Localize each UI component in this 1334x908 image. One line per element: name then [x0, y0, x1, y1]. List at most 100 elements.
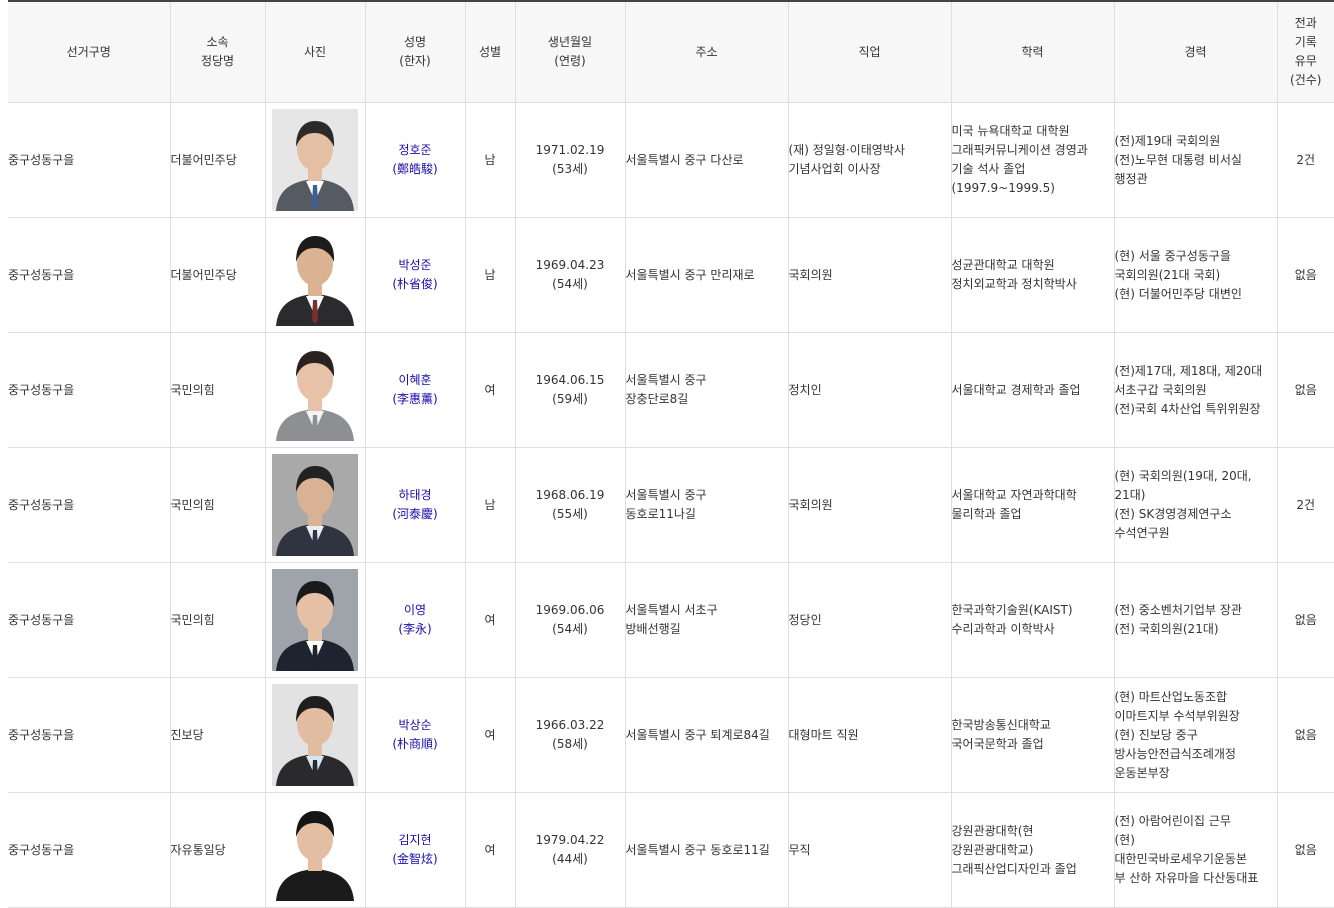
- birth-date: 1968.06.19: [535, 488, 605, 502]
- candidate-hanja: (李永): [398, 622, 432, 636]
- district-cell: 중구성동구을: [8, 792, 171, 908]
- education-cell: 미국 뉴욕대학교 대학원 그래픽커뮤니케이션 경영과 기술 석사 졸업 (199…: [951, 102, 1115, 218]
- career-cell: (현) 국회의원(19대, 20대, 21대) (전) SK경영경제연구소 수석…: [1114, 447, 1278, 563]
- name-cell: 이영 (李永): [365, 562, 466, 678]
- name-cell: 박상순 (朴商順): [365, 677, 466, 793]
- candidate-name-link[interactable]: 박상순 (朴商順): [392, 716, 437, 754]
- birth-cell: 1969.06.06 (54세): [515, 562, 626, 678]
- table-body: 중구성동구을 더불어민주당 정호준 (鄭皓駿) 남 1971.02.19 (53세)…: [8, 102, 1334, 908]
- address-cell: 서울특별시 중구 동호로11길: [625, 792, 789, 908]
- party-cell: 더불어민주당: [170, 102, 266, 218]
- education-cell: 서울대학교 경제학과 졸업: [951, 332, 1115, 448]
- party-cell: 진보당: [170, 677, 266, 793]
- birth-cell: 1964.06.15 (59세): [515, 332, 626, 448]
- header-name: 성명 (한자): [365, 2, 466, 103]
- record-cell: 2건: [1277, 447, 1334, 563]
- candidate-photo: [272, 339, 358, 441]
- candidate-hanja: (鄭皓駿): [392, 162, 438, 176]
- age: (54세): [552, 277, 588, 291]
- birth-date: 1966.03.22: [535, 718, 605, 732]
- birth-date: 1969.06.06: [535, 603, 605, 617]
- age: (54세): [552, 622, 588, 636]
- address-cell: 서울특별시 중구 동호로11나길: [625, 447, 789, 563]
- birth-date: 1964.06.15: [535, 373, 605, 387]
- address-cell: 서울특별시 중구 장충단로8길: [625, 332, 789, 448]
- header-birth: 생년월일 (연령): [515, 2, 626, 103]
- job-cell: 국회의원: [788, 447, 952, 563]
- candidate-photo: [272, 799, 358, 901]
- table-row: 중구성동구을 국민의힘 이혜훈 (李惠薰) 여 1964.06.15 (59세) 서…: [8, 332, 1334, 448]
- education-cell: 서울대학교 자연과학대학 물리학과 졸업: [951, 447, 1115, 563]
- table-row: 중구성동구을 자유통일당 김지현 (金智炫) 여 1979.04.22 (44세) …: [8, 792, 1334, 908]
- header-education: 학력: [951, 2, 1115, 103]
- table-row: 중구성동구을 국민의힘 이영 (李永) 여 1969.06.06 (54세) 서울특…: [8, 562, 1334, 678]
- record-cell: 없음: [1277, 792, 1334, 908]
- district-cell: 중구성동구을: [8, 102, 171, 218]
- photo-cell: [265, 677, 366, 793]
- candidate-name: 박성준: [398, 258, 432, 272]
- name-cell: 박성준 (朴省俊): [365, 217, 466, 333]
- header-gender: 성별: [465, 2, 516, 103]
- district-cell: 중구성동구을: [8, 677, 171, 793]
- header-job: 직업: [788, 2, 952, 103]
- gender-cell: 남: [465, 102, 516, 218]
- candidate-photo: [272, 454, 358, 556]
- record-cell: 없음: [1277, 332, 1334, 448]
- job-cell: 정치인: [788, 332, 952, 448]
- candidate-name-link[interactable]: 김지현 (金智炫): [392, 831, 437, 869]
- photo-cell: [265, 562, 366, 678]
- age: (55세): [552, 507, 588, 521]
- address-cell: 서울특별시 중구 퇴계로84길: [625, 677, 789, 793]
- birth-cell: 1966.03.22 (58세): [515, 677, 626, 793]
- candidate-name-link[interactable]: 이영 (李永): [398, 601, 431, 639]
- candidate-photo: [272, 224, 358, 326]
- district-cell: 중구성동구을: [8, 332, 171, 448]
- candidate-name: 이영: [403, 603, 427, 617]
- education-cell: 강원관광대학(현 강원관광대학교) 그래픽산업디자인과 졸업: [951, 792, 1115, 908]
- birth-cell: 1979.04.22 (44세): [515, 792, 626, 908]
- party-cell: 국민의힘: [170, 332, 266, 448]
- education-cell: 한국과학기술원(KAIST) 수리과학과 이학박사: [951, 562, 1115, 678]
- education-cell: 성균관대학교 대학원 정치외교학과 정치학박사: [951, 217, 1115, 333]
- candidate-hanja: (金智炫): [392, 852, 438, 866]
- photo-cell: [265, 447, 366, 563]
- birth-cell: 1971.02.19 (53세): [515, 102, 626, 218]
- candidate-name: 김지현: [398, 833, 432, 847]
- address-cell: 서울특별시 서초구 방배선행길: [625, 562, 789, 678]
- header-party: 소속 정당명: [170, 2, 266, 103]
- header-district: 선거구명: [8, 2, 171, 103]
- career-cell: (현) 서울 중구성동구을 국회의원(21대 국회) (현) 더불어민주당 대변…: [1114, 217, 1278, 333]
- candidate-photo: [272, 684, 358, 786]
- candidate-name-link[interactable]: 정호준 (鄭皓駿): [392, 141, 437, 179]
- career-cell: (전) 아람어린이집 근무 (현) 대한민국바로세우기운동본 부 산하 자유마을…: [1114, 792, 1278, 908]
- job-cell: 국회의원: [788, 217, 952, 333]
- candidate-name: 박상순: [398, 718, 432, 732]
- job-cell: (재) 정일형·이태영박사 기념사업회 이사장: [788, 102, 952, 218]
- candidate-photo: [272, 569, 358, 671]
- header-photo: 사진: [265, 2, 366, 103]
- candidate-name: 이혜훈: [398, 373, 432, 387]
- district-cell: 중구성동구을: [8, 447, 171, 563]
- age: (59세): [552, 392, 588, 406]
- record-cell: 없음: [1277, 217, 1334, 333]
- birth-date: 1969.04.23: [535, 258, 605, 272]
- career-cell: (전)제17대, 제18대, 제20대 서초구갑 국회의원 (전)국회 4차산업…: [1114, 332, 1278, 448]
- birth-date: 1979.04.22: [535, 833, 605, 847]
- candidate-name-link[interactable]: 하태경 (河泰慶): [392, 486, 437, 524]
- district-cell: 중구성동구을: [8, 562, 171, 678]
- record-cell: 2건: [1277, 102, 1334, 218]
- photo-cell: [265, 792, 366, 908]
- birth-cell: 1968.06.19 (55세): [515, 447, 626, 563]
- district-cell: 중구성동구을: [8, 217, 171, 333]
- party-cell: 자유통일당: [170, 792, 266, 908]
- gender-cell: 여: [465, 677, 516, 793]
- career-cell: (전)제19대 국회의원 (전)노무현 대통령 비서실 행정관: [1114, 102, 1278, 218]
- candidate-name-link[interactable]: 박성준 (朴省俊): [392, 256, 437, 294]
- candidate-photo: [272, 109, 358, 211]
- candidate-hanja: (李惠薰): [392, 392, 438, 406]
- candidate-name-link[interactable]: 이혜훈 (李惠薰): [392, 371, 437, 409]
- address-cell: 서울특별시 중구 다산로: [625, 102, 789, 218]
- birth-date: 1971.02.19: [535, 143, 605, 157]
- header-career: 경력: [1114, 2, 1278, 103]
- name-cell: 하태경 (河泰慶): [365, 447, 466, 563]
